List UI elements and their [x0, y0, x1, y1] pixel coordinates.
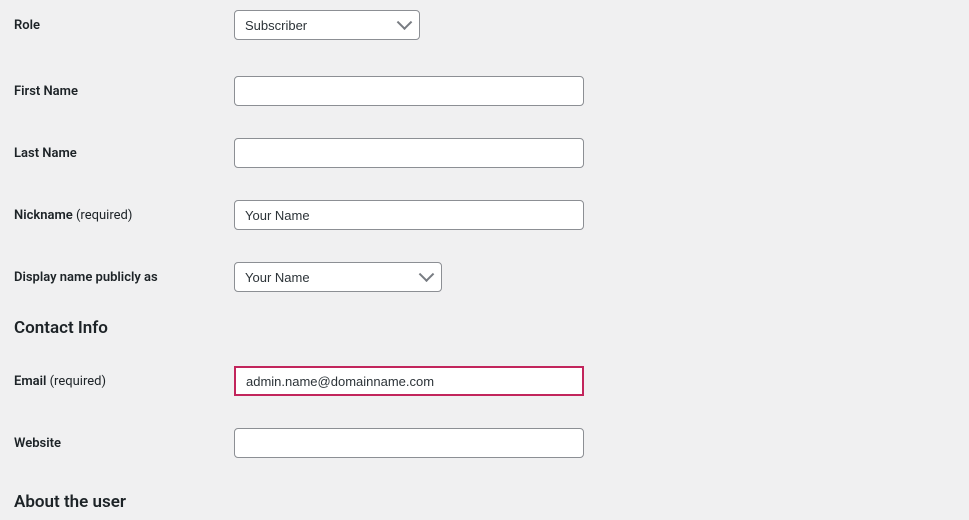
- field-last-name: [234, 138, 584, 168]
- heading-contact-info: Contact Info: [0, 300, 969, 346]
- label-role: Role: [14, 18, 234, 33]
- label-display-name: Display name publicly as: [14, 270, 234, 285]
- row-nickname: Nickname (required): [0, 184, 969, 246]
- field-nickname: [234, 200, 584, 230]
- label-email-required: (required): [50, 374, 106, 389]
- field-display-name: Your Name: [234, 262, 442, 292]
- role-select-wrapper: Subscriber: [234, 10, 420, 40]
- first-name-input[interactable]: [234, 76, 584, 106]
- user-profile-form: Role Subscriber First Name Last Name Nic…: [0, 0, 969, 520]
- field-website: [234, 428, 584, 458]
- row-role: Role Subscriber: [0, 0, 969, 50]
- label-email-text: Email: [14, 374, 46, 389]
- email-input[interactable]: [234, 366, 584, 396]
- heading-about-user: About the user: [0, 474, 969, 520]
- label-website: Website: [14, 436, 234, 451]
- label-email: Email (required): [14, 374, 234, 389]
- nickname-input[interactable]: [234, 200, 584, 230]
- row-website: Website: [0, 412, 969, 474]
- website-input[interactable]: [234, 428, 584, 458]
- row-email: Email (required): [0, 346, 969, 412]
- display-name-select-wrapper: Your Name: [234, 262, 442, 292]
- label-nickname-required: (required): [76, 208, 132, 223]
- last-name-input[interactable]: [234, 138, 584, 168]
- display-name-select[interactable]: Your Name: [234, 262, 442, 292]
- label-last-name: Last Name: [14, 146, 234, 161]
- role-select[interactable]: Subscriber: [234, 10, 420, 40]
- field-email: [234, 366, 584, 396]
- row-first-name: First Name: [0, 50, 969, 122]
- row-display-name: Display name publicly as Your Name: [0, 246, 969, 300]
- row-last-name: Last Name: [0, 122, 969, 184]
- label-nickname-text: Nickname: [14, 208, 73, 223]
- field-role: Subscriber: [234, 10, 420, 40]
- field-first-name: [234, 76, 584, 106]
- label-first-name: First Name: [14, 84, 234, 99]
- label-nickname: Nickname (required): [14, 208, 234, 223]
